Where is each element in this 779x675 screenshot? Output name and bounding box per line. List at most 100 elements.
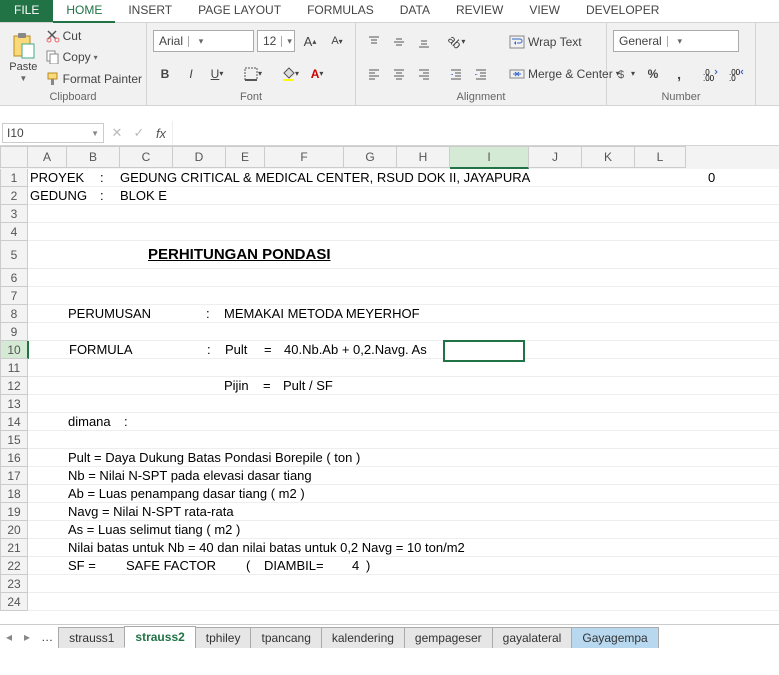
cell[interactable] xyxy=(28,431,779,449)
fx-button[interactable]: fx xyxy=(150,126,172,141)
tab-data[interactable]: DATA xyxy=(387,0,443,22)
row-header[interactable]: 21 xyxy=(0,539,28,557)
cell[interactable]: dimana : xyxy=(28,413,779,431)
cell[interactable] xyxy=(28,575,779,593)
row-header[interactable]: 5 xyxy=(0,241,28,269)
enter-button[interactable]: ✓ xyxy=(128,125,150,141)
col-header[interactable]: K xyxy=(582,146,635,168)
italic-button[interactable]: I xyxy=(179,63,203,85)
font-color-button[interactable]: A▾ xyxy=(305,63,329,85)
col-header[interactable]: F xyxy=(265,146,344,168)
sheet-tab[interactable]: tphiley xyxy=(195,627,252,648)
tab-file[interactable]: FILE xyxy=(0,0,53,22)
tab-scroll-right[interactable]: ▸ xyxy=(18,630,36,644)
row-header[interactable]: 14 xyxy=(0,413,28,431)
tab-more[interactable]: … xyxy=(35,627,59,647)
row-header[interactable]: 8 xyxy=(0,305,28,323)
cell[interactable]: As = Luas selimut tiang ( m2 ) xyxy=(28,521,779,539)
sheet-tab[interactable]: tpancang xyxy=(250,627,321,648)
cell[interactable] xyxy=(28,395,779,413)
row-header[interactable]: 15 xyxy=(0,431,28,449)
copy-button[interactable]: Copy▾ xyxy=(46,47,142,67)
align-bottom-button[interactable] xyxy=(412,31,436,53)
cell[interactable]: Ab = Luas penampang dasar tiang ( m2 ) xyxy=(28,485,779,503)
shrink-font-button[interactable]: A▾ xyxy=(325,30,349,52)
row-header[interactable]: 2 xyxy=(0,187,28,205)
col-header[interactable]: A xyxy=(28,146,67,168)
sheet-tab[interactable]: Gayagempa xyxy=(571,627,658,648)
font-name-combo[interactable]: Arial▾ xyxy=(153,30,254,52)
cell[interactable] xyxy=(28,223,779,241)
cell[interactable]: Nb = Nilai N-SPT pada elevasi dasar tian… xyxy=(28,467,779,485)
col-header[interactable]: B xyxy=(67,146,120,168)
row-header[interactable]: 18 xyxy=(0,485,28,503)
tab-view[interactable]: VIEW xyxy=(516,0,573,22)
cell[interactable]: SF = SAFE FACTOR ( DIAMBIL= 4 ) xyxy=(28,557,779,575)
row-header[interactable]: 17 xyxy=(0,467,28,485)
row-header[interactable]: 11 xyxy=(0,359,28,377)
row-header[interactable]: 12 xyxy=(0,377,28,395)
accounting-button[interactable]: $▾ xyxy=(613,63,639,85)
align-center-button[interactable] xyxy=(387,63,411,85)
number-format-combo[interactable]: General▾ xyxy=(613,30,739,52)
row-header[interactable]: 13 xyxy=(0,395,28,413)
tab-developer[interactable]: DEVELOPER xyxy=(573,0,672,22)
orientation-button[interactable]: ab▾ xyxy=(444,31,469,53)
tab-formulas[interactable]: FORMULAS xyxy=(294,0,387,22)
cell[interactable] xyxy=(28,205,779,223)
bold-button[interactable]: B xyxy=(153,63,177,85)
col-header[interactable]: J xyxy=(529,146,582,168)
row-header[interactable]: 4 xyxy=(0,223,28,241)
row-header[interactable]: 23 xyxy=(0,575,28,593)
cell[interactable] xyxy=(28,269,779,287)
sheet-tab[interactable]: gayalateral xyxy=(492,627,573,648)
fill-color-button[interactable]: ▾ xyxy=(277,63,303,85)
cell[interactable]: Pult = Daya Dukung Batas Pondasi Borepil… xyxy=(28,449,779,467)
tab-review[interactable]: REVIEW xyxy=(443,0,516,22)
row-header[interactable]: 7 xyxy=(0,287,28,305)
col-header[interactable]: C xyxy=(120,146,173,168)
comma-button[interactable]: , xyxy=(667,63,691,85)
cell[interactable]: PERHITUNGAN PONDASI xyxy=(28,241,779,269)
col-header[interactable]: I xyxy=(450,146,529,169)
cell[interactable] xyxy=(28,287,779,305)
tab-pagelayout[interactable]: PAGE LAYOUT xyxy=(185,0,294,22)
increase-decimal-button[interactable]: .0.00 xyxy=(699,63,723,85)
tab-insert[interactable]: INSERT xyxy=(115,0,185,22)
sheet-tab[interactable]: strauss2 xyxy=(124,626,195,648)
row-header[interactable]: 24 xyxy=(0,593,28,611)
align-top-button[interactable] xyxy=(362,31,386,53)
indent-decrease-button[interactable] xyxy=(444,63,468,85)
percent-button[interactable]: % xyxy=(641,63,665,85)
col-header[interactable]: L xyxy=(635,146,686,168)
row-header[interactable]: 10 xyxy=(0,341,29,359)
underline-button[interactable]: U▾ xyxy=(205,63,229,85)
cell[interactable]: Nilai batas untuk Nb = 40 dan nilai bata… xyxy=(28,539,779,557)
row-header[interactable]: 1 xyxy=(0,169,28,187)
cell[interactable] xyxy=(28,359,779,377)
cell[interactable] xyxy=(28,323,779,341)
cut-button[interactable]: Cut xyxy=(46,26,142,46)
row-header[interactable]: 20 xyxy=(0,521,28,539)
cell[interactable]: FORMULA : Pult = 40.Nb.Ab + 0,2.Navg. As xyxy=(29,341,779,359)
row-header[interactable]: 6 xyxy=(0,269,28,287)
col-header[interactable]: D xyxy=(173,146,226,168)
sheet-tab[interactable]: kalendering xyxy=(321,627,405,648)
cell[interactable]: GEDUNG : BLOK E xyxy=(28,187,779,205)
tab-home[interactable]: HOME xyxy=(53,0,115,23)
sheet-tab[interactable]: gempageser xyxy=(404,627,493,648)
cell[interactable] xyxy=(28,593,779,611)
align-middle-button[interactable] xyxy=(387,31,411,53)
paste-button[interactable]: Paste ▼ xyxy=(4,25,43,90)
col-header[interactable]: E xyxy=(226,146,265,168)
decrease-decimal-button[interactable]: .00.0 xyxy=(725,63,749,85)
tab-scroll-left[interactable]: ◂ xyxy=(0,630,18,644)
row-header[interactable]: 16 xyxy=(0,449,28,467)
name-box[interactable]: I10▼ xyxy=(2,123,104,143)
cell[interactable]: PROYEK : GEDUNG CRITICAL & MEDICAL CENTE… xyxy=(28,169,779,187)
align-right-button[interactable] xyxy=(412,63,436,85)
row-header[interactable]: 3 xyxy=(0,205,28,223)
row-header[interactable]: 19 xyxy=(0,503,28,521)
border-button[interactable]: ▾ xyxy=(240,63,266,85)
font-size-combo[interactable]: 12▾ xyxy=(257,30,295,52)
